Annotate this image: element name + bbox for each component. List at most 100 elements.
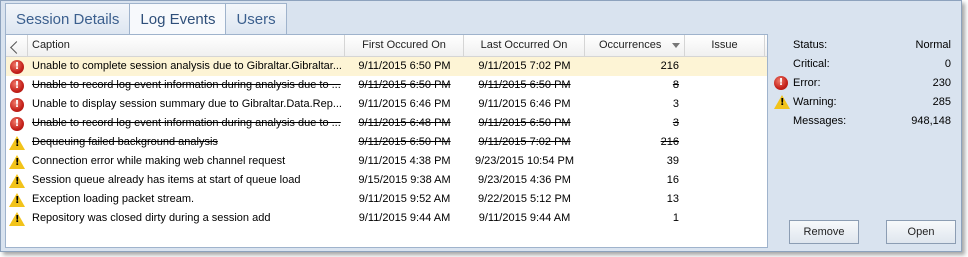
first-occurred-cell: 9/11/2015 6:50 PM — [358, 60, 451, 72]
first-occurred-cell: 9/11/2015 4:38 PM — [358, 155, 451, 167]
table-row[interactable]: Repository was closed dirty during a ses… — [6, 209, 767, 228]
caption-cell: Connection error while making web channe… — [32, 155, 286, 167]
caption-cell: Repository was closed dirty during a ses… — [32, 212, 271, 224]
first-occurred-cell: 9/11/2015 6:46 PM — [358, 98, 451, 110]
first-occurred-cell: 9/11/2015 9:44 AM — [358, 212, 451, 224]
error-value: 230 — [932, 77, 951, 89]
caption-cell: Exception loading packet stream. — [32, 193, 195, 205]
warning-label: Warning: — [793, 96, 837, 108]
warning-icon — [9, 135, 25, 150]
first-occurred-cell: 9/11/2015 6:50 PM — [358, 79, 451, 91]
critical-value: 0 — [944, 58, 951, 70]
messages-label: Messages: — [793, 115, 847, 127]
header-occurrences-label: Occurrences — [599, 39, 662, 51]
first-occurred-cell: 9/11/2015 6:48 PM — [358, 117, 451, 129]
caption-cell: Unable to record log event information d… — [32, 79, 341, 91]
severity-cell: ! — [6, 95, 28, 114]
messages-value: 948,148 — [911, 115, 951, 127]
occurrences-cell: 3 — [672, 98, 679, 110]
occurrences-cell: 39 — [666, 155, 679, 167]
error-icon: ! — [10, 116, 24, 131]
error-icon: ! — [10, 97, 24, 112]
occurrences-cell: 16 — [666, 174, 679, 186]
critical-row: Critical: 0 — [773, 55, 951, 74]
warning-row: Warning: 285 — [773, 93, 951, 112]
messages-row: Messages: 948,148 — [773, 112, 951, 131]
header-last-occurred[interactable]: Last Occurred On — [464, 35, 585, 57]
warning-icon — [9, 192, 25, 207]
header-occurrences[interactable]: Occurrences — [585, 35, 685, 57]
last-occurred-cell: 9/11/2015 9:44 AM — [478, 212, 571, 224]
header-first-occurred[interactable]: First Occured On — [345, 35, 464, 57]
error-row: ! Error: 230 — [773, 74, 951, 93]
caption-cell: Unable to record log event information d… — [32, 117, 341, 129]
occurrences-cell: 8 — [672, 79, 679, 91]
table-row[interactable]: ! Unable to complete session analysis due… — [6, 57, 767, 76]
log-events-grid: Caption First Occured On Last Occurred O… — [5, 34, 768, 248]
table-row[interactable]: Connection error while making web channe… — [6, 152, 767, 171]
last-occurred-cell: 9/22/2015 5:12 PM — [478, 193, 571, 205]
severity-cell — [6, 209, 28, 228]
warning-icon — [9, 211, 25, 226]
error-label: Error: — [793, 77, 821, 89]
header-caption[interactable]: Caption — [28, 35, 345, 57]
table-row[interactable]: Dequeuing failed background analysis 9/11… — [6, 133, 767, 152]
issue-cell — [685, 95, 765, 114]
warning-value: 285 — [932, 96, 951, 108]
first-occurred-cell: 9/11/2015 6:50 PM — [358, 136, 451, 148]
first-occurred-cell: 9/11/2015 9:52 AM — [358, 193, 451, 205]
remove-button[interactable]: Remove — [789, 220, 859, 244]
severity-cell: ! — [6, 114, 28, 133]
last-occurred-cell: 9/23/2015 10:54 PM — [474, 155, 575, 167]
log-events-window: Session Details Log Events Users Caption… — [0, 0, 962, 252]
last-occurred-cell: 9/11/2015 7:02 PM — [478, 136, 571, 148]
table-row[interactable]: Exception loading packet stream. 9/11/201… — [6, 190, 767, 209]
occurrences-cell: 13 — [666, 193, 679, 205]
issue-cell — [685, 152, 765, 171]
severity-cell: ! — [6, 76, 28, 95]
issue-cell — [685, 114, 765, 133]
warning-icon — [774, 95, 790, 109]
tab-strip: Session Details Log Events Users — [5, 3, 287, 34]
table-row[interactable]: ! Unable to record log event information … — [6, 76, 767, 95]
severity-cell — [6, 171, 28, 190]
tab-users[interactable]: Users — [225, 3, 287, 34]
severity-cell — [6, 133, 28, 152]
table-row[interactable]: Session queue already has items at start… — [6, 171, 767, 190]
caption-cell: Unable to complete session analysis due … — [32, 60, 342, 72]
grid-header: Caption First Occured On Last Occurred O… — [6, 35, 767, 57]
error-icon: ! — [10, 78, 24, 93]
first-occurred-cell: 9/15/2015 9:38 AM — [358, 174, 451, 186]
tab-session-details[interactable]: Session Details — [5, 3, 131, 34]
issue-cell — [685, 57, 765, 76]
sort-descending-icon — [672, 43, 680, 48]
table-row[interactable]: ! Unable to record log event information … — [6, 114, 767, 133]
issue-cell — [685, 76, 765, 95]
tab-log-events[interactable]: Log Events — [129, 3, 227, 34]
last-occurred-cell: 9/23/2015 4:36 PM — [478, 174, 571, 186]
session-summary-panel: Status: Normal Critical: 0 ! Error: 230 … — [773, 34, 963, 248]
header-issue[interactable]: Issue — [685, 35, 765, 57]
occurrences-cell: 3 — [672, 117, 679, 129]
warning-icon — [9, 154, 25, 169]
severity-cell — [6, 190, 28, 209]
occurrences-cell: 216 — [660, 60, 679, 72]
last-occurred-cell: 9/11/2015 7:02 PM — [478, 60, 571, 72]
severity-cell — [6, 152, 28, 171]
critical-label: Critical: — [793, 58, 830, 70]
collapse-arrow-icon — [10, 40, 23, 54]
header-severity-column[interactable] — [6, 35, 28, 57]
last-occurred-cell: 9/11/2015 6:50 PM — [478, 117, 571, 129]
error-icon: ! — [774, 76, 788, 90]
issue-cell — [685, 209, 765, 228]
caption-cell: Session queue already has items at start… — [32, 174, 301, 186]
open-button[interactable]: Open — [886, 220, 956, 244]
caption-cell: Unable to display session summary due to… — [32, 98, 342, 110]
occurrences-cell: 216 — [660, 136, 679, 148]
issue-cell — [685, 190, 765, 209]
status-row: Status: Normal — [773, 36, 951, 55]
severity-cell: ! — [6, 57, 28, 76]
table-row[interactable]: ! Unable to display session summary due t… — [6, 95, 767, 114]
error-icon: ! — [10, 59, 24, 74]
warning-icon — [9, 173, 25, 188]
